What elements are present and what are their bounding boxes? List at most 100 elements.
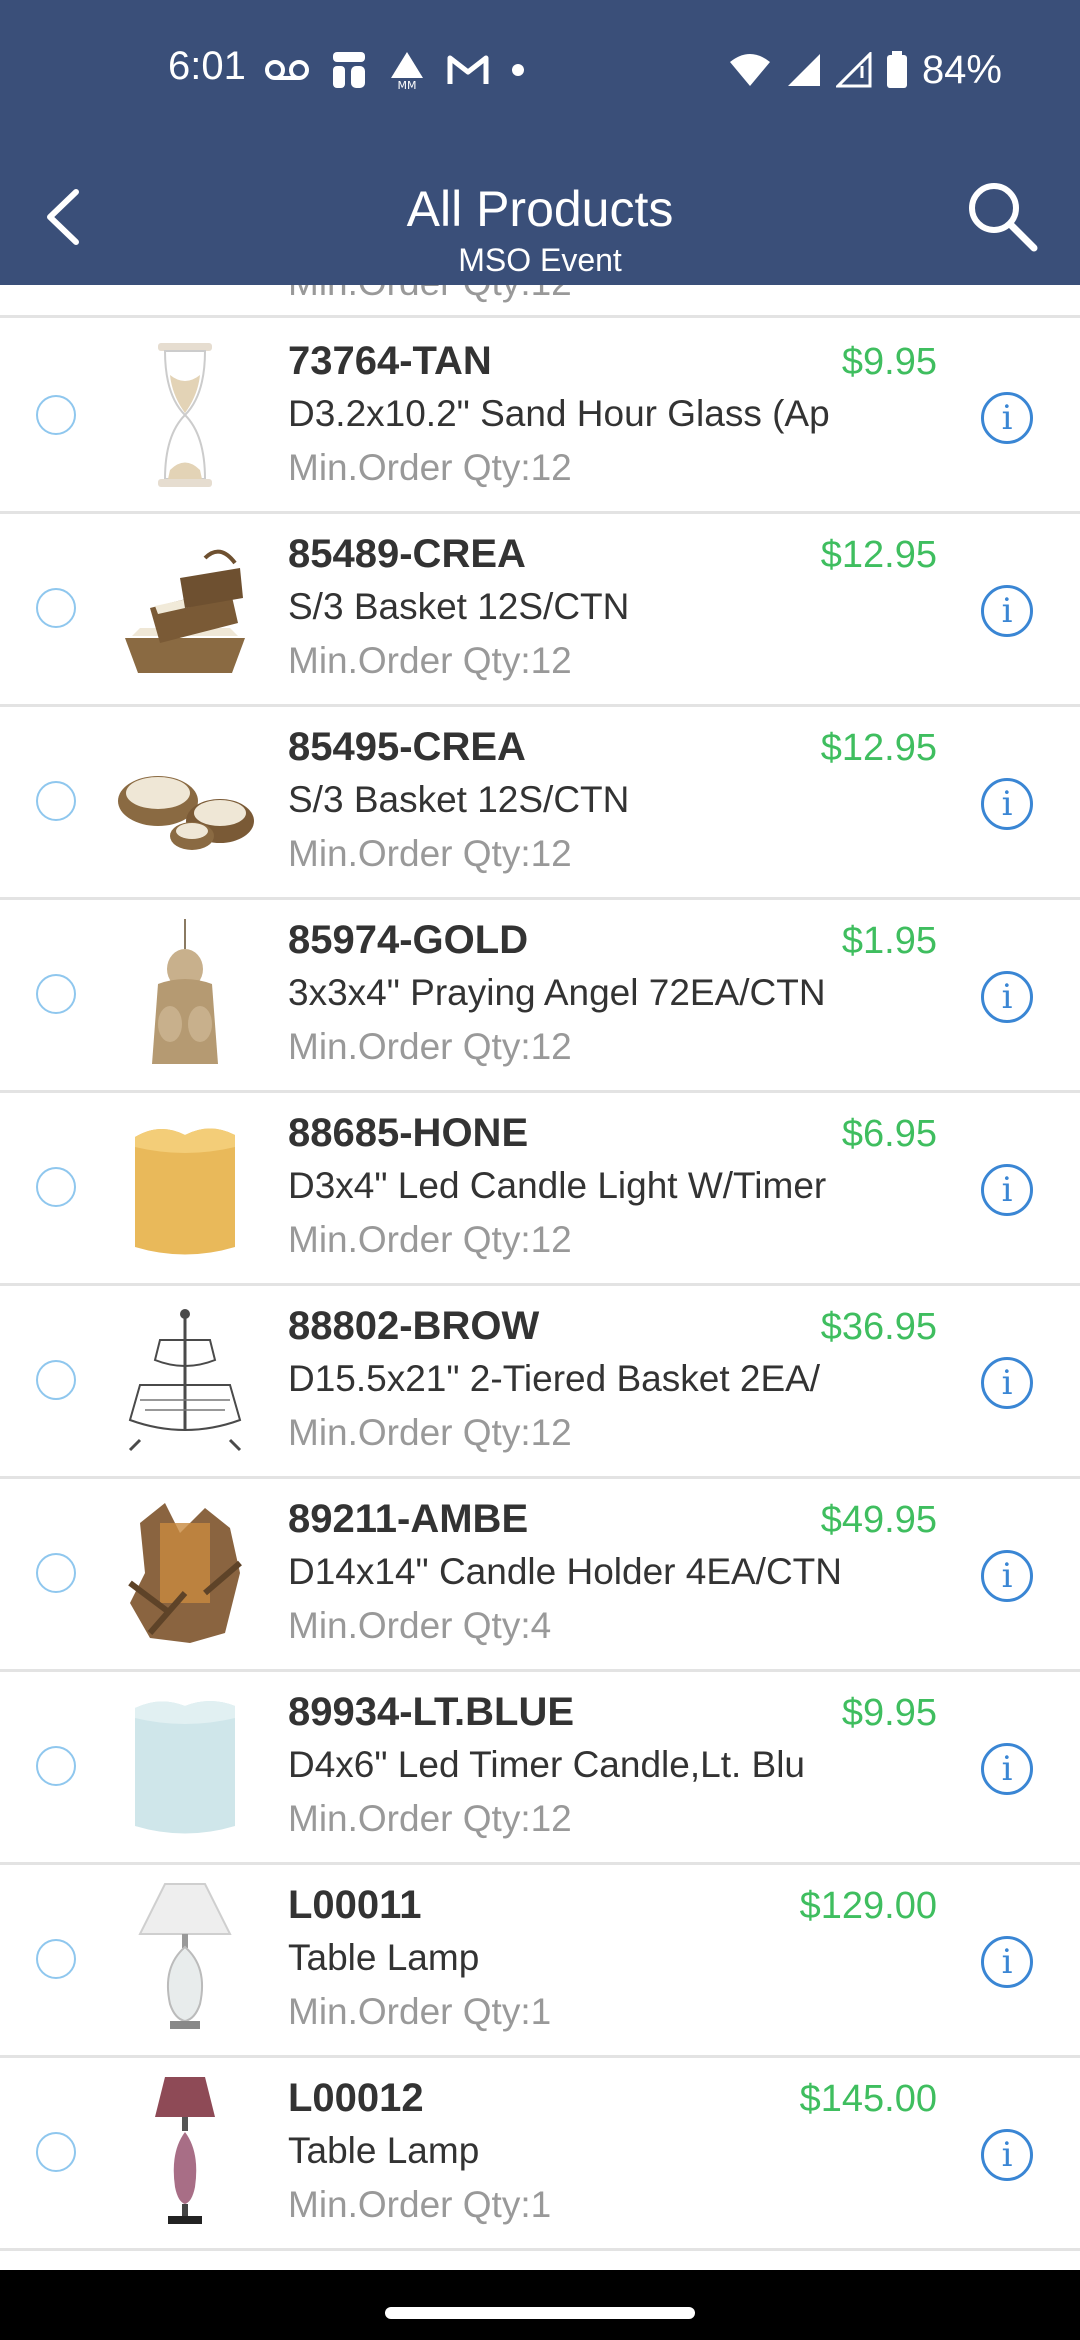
info-icon[interactable]: i: [981, 971, 1033, 1023]
product-thumbnail: [128, 1309, 242, 1452]
product-row[interactable]: 85974-GOLD $1.95 3x3x4" Praying Angel 72…: [0, 900, 1080, 1093]
product-sku: L00011: [288, 1883, 422, 1927]
product-thumbnail: [135, 1701, 235, 1834]
product-row-partial[interactable]: Min.Order Qty:12: [0, 285, 1080, 318]
product-row[interactable]: L00011 $129.00 Table Lamp Min.Order Qty:…: [0, 1865, 1080, 2058]
product-description: D4x6" Led Timer Candle,Lt. Blu: [288, 1744, 806, 1785]
product-sku: 89211-AMBE: [288, 1497, 529, 1541]
product-row[interactable]: 89934-LT.BLUE $9.95 D4x6" Led Timer Cand…: [0, 1672, 1080, 1865]
product-description: S/3 Basket 12S/CTN: [288, 586, 630, 627]
product-description: Table Lamp: [288, 2130, 480, 2171]
product-thumbnail: [158, 343, 212, 487]
product-row[interactable]: L00012 $145.00 Table Lamp Min.Order Qty:…: [0, 2058, 1080, 2251]
product-sku: 88802-BROW: [288, 1304, 540, 1348]
select-radio[interactable]: [36, 1746, 76, 1786]
select-radio[interactable]: [36, 1939, 76, 1979]
min-order-qty: Min.Order Qty:1: [288, 1991, 552, 2032]
product-description: S/3 Basket 12S/CTN: [288, 779, 630, 820]
battery-percent: 84%: [921, 47, 1002, 92]
product-sku: 85489-CREA: [288, 532, 526, 576]
info-icon[interactable]: i: [981, 392, 1033, 444]
product-price: $49.95: [820, 1499, 937, 1541]
product-description: D3x4" Led Candle Light W/Timer: [288, 1165, 827, 1206]
product-list[interactable]: Min.Order Qty:12 73764-TAN $9.95 D3.2x10…: [0, 285, 1080, 2270]
min-order-qty: Min.Order Qty:4: [288, 1605, 552, 1646]
nav-bar: All Products MSO Event: [0, 160, 1080, 285]
product-thumbnail: [118, 776, 254, 850]
min-order-qty: Min.Order Qty:12: [288, 1219, 572, 1260]
info-icon[interactable]: i: [981, 2129, 1033, 2181]
product-row[interactable]: 85495-CREA $12.95 S/3 Basket 12S/CTN Min…: [0, 707, 1080, 900]
gesture-nav-bar: [0, 2270, 1080, 2340]
product-price: $9.95: [841, 341, 937, 383]
product-price: $12.95: [820, 534, 937, 576]
product-description: D15.5x21" 2-Tiered Basket 2EA/: [288, 1358, 821, 1399]
product-row[interactable]: 73764-TAN $9.95 D3.2x10.2" Sand Hour Gla…: [0, 321, 1080, 514]
voicemail-icon: [265, 60, 309, 80]
product-sku: 85495-CREA: [288, 725, 526, 769]
home-indicator[interactable]: [385, 2307, 695, 2319]
product-thumbnail: [152, 919, 218, 1064]
min-order-qty: Min.Order Qty:12: [288, 447, 572, 488]
status-time: 6:01: [168, 44, 246, 88]
info-icon[interactable]: i: [981, 778, 1033, 830]
product-price: $129.00: [799, 1885, 937, 1927]
product-thumbnail: [155, 2077, 215, 2224]
product-price: $6.95: [841, 1113, 937, 1155]
product-price: $145.00: [799, 2078, 937, 2120]
select-radio[interactable]: [36, 1167, 76, 1207]
search-icon[interactable]: [962, 176, 1042, 256]
product-sku: 88685-HONE: [288, 1111, 529, 1155]
product-description: 3x3x4" Praying Angel 72EA/CTN: [288, 972, 826, 1013]
gmail-icon: [447, 55, 489, 84]
product-row[interactable]: 88685-HONE $6.95 D3x4" Led Candle Light …: [0, 1093, 1080, 1286]
product-thumbnail: [135, 1128, 235, 1255]
system-icons: 84%: [728, 44, 1002, 96]
select-radio[interactable]: [36, 2132, 76, 2172]
info-icon[interactable]: i: [981, 585, 1033, 637]
min-order-qty: Min.Order Qty:12: [288, 285, 572, 304]
svg-text:MM: MM: [398, 79, 417, 90]
product-row[interactable]: 85489-CREA $12.95 S/3 Basket 12S/CTN Min…: [0, 514, 1080, 707]
select-radio[interactable]: [36, 1360, 76, 1400]
product-description: D14x14" Candle Holder 4EA/CTN: [288, 1551, 843, 1592]
product-sku: L00012: [288, 2076, 424, 2120]
info-icon[interactable]: i: [981, 1357, 1033, 1409]
product-row[interactable]: 88802-BROW $36.95 D15.5x21" 2-Tiered Bas…: [0, 1286, 1080, 1479]
product-row[interactable]: 89211-AMBE $49.95 D14x14" Candle Holder …: [0, 1479, 1080, 1672]
product-price: $1.95: [841, 920, 937, 962]
product-thumbnail: [138, 1883, 232, 2029]
select-radio[interactable]: [36, 588, 76, 628]
product-sku: 85974-GOLD: [288, 918, 529, 962]
app-notification-icon: [333, 52, 365, 88]
product-price: $9.95: [841, 1692, 937, 1734]
product-price: $36.95: [820, 1306, 937, 1348]
info-icon[interactable]: i: [981, 1743, 1033, 1795]
app-header: 6:01 MM 84% All Products MSO Event: [0, 0, 1080, 285]
status-bar: 6:01 MM 84%: [0, 0, 1080, 140]
info-icon[interactable]: i: [981, 1936, 1033, 1988]
page-title: All Products: [406, 181, 674, 237]
product-thumbnail: [128, 1503, 242, 1643]
select-radio[interactable]: [36, 974, 76, 1014]
wifi-icon: [729, 54, 770, 86]
select-radio[interactable]: [36, 1553, 76, 1593]
mm-icon: MM: [391, 52, 423, 90]
info-icon[interactable]: i: [981, 1164, 1033, 1216]
more-dot-icon: [512, 64, 524, 76]
select-radio[interactable]: [36, 781, 76, 821]
product-sku: 89934-LT.BLUE: [288, 1690, 575, 1734]
signal-icon: [787, 54, 820, 86]
product-sku: 73764-TAN: [288, 339, 492, 383]
min-order-qty: Min.Order Qty:12: [288, 833, 572, 874]
min-order-qty: Min.Order Qty:12: [288, 640, 572, 681]
min-order-qty: Min.Order Qty:12: [288, 1412, 572, 1453]
min-order-qty: Min.Order Qty:12: [288, 1026, 572, 1067]
product-thumbnail: [125, 549, 245, 673]
page-subtitle: MSO Event: [458, 242, 622, 278]
min-order-qty: Min.Order Qty:12: [288, 1798, 572, 1839]
info-icon[interactable]: i: [981, 1550, 1033, 1602]
min-order-qty: Min.Order Qty:1: [288, 2184, 552, 2225]
battery-icon: [886, 51, 907, 88]
select-radio[interactable]: [36, 395, 76, 435]
